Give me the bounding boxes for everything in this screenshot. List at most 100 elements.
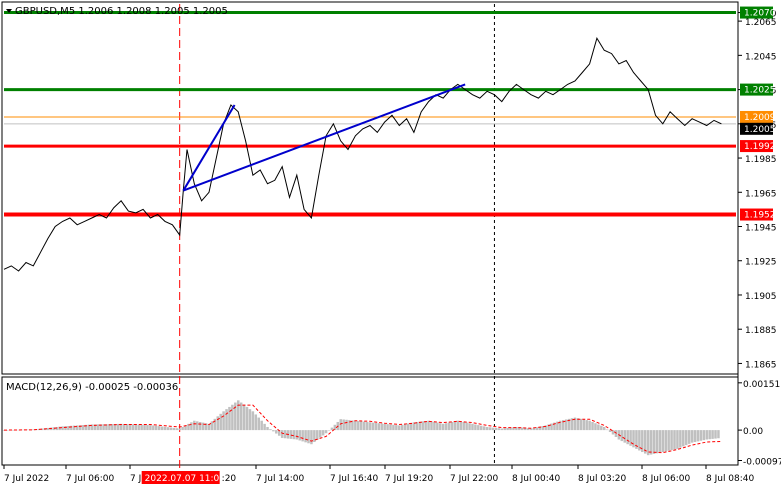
macd-histogram-bar	[529, 428, 533, 431]
macd-histogram-bar	[324, 430, 328, 434]
macd-histogram-bar	[248, 409, 252, 431]
macd-histogram-bar	[339, 419, 342, 431]
macd-histogram-bar	[450, 421, 454, 431]
macd-histogram-bar	[462, 421, 465, 431]
macd-histogram-bar	[362, 421, 366, 431]
macd-histogram-bar	[125, 424, 129, 431]
price-tick-label: 1.2065	[745, 18, 777, 28]
macd-histogram-bar	[441, 423, 445, 431]
macd-histogram-bar	[717, 430, 720, 439]
macd-histogram-bar	[433, 421, 436, 431]
macd-histogram-bar	[491, 427, 495, 431]
macd-histogram-bar	[714, 430, 717, 439]
chart-window[interactable]: 1.20701.2065 1.2045 1.2025 1.2005 1.1985 1.19…	[0, 0, 781, 489]
macd-histogram-bar	[242, 404, 246, 431]
macd-histogram-bar	[327, 430, 331, 431]
time-tick-label-suffix: :20	[222, 474, 237, 484]
chart-canvas[interactable]: 1.20701.2065 1.2045 1.2025 1.2005 1.1985 1.19…	[0, 0, 781, 489]
macd-histogram-bar	[623, 430, 626, 443]
macd-tick-label: 0.00151	[743, 380, 780, 390]
macd-histogram-bar	[482, 426, 486, 431]
macd-histogram-bar	[318, 430, 322, 438]
macd-histogram-bar	[576, 418, 580, 431]
macd-histogram-bar	[614, 430, 618, 438]
macd-histogram-bar	[500, 428, 504, 431]
macd-histogram-bar	[357, 421, 360, 431]
chart-background	[0, 0, 781, 489]
macd-histogram-bar	[157, 426, 161, 431]
macd-histogram-bar	[172, 427, 176, 431]
macd-histogram-bar	[175, 428, 179, 431]
symbol-header: GBPUSD,M5 1.2006 1.2008 1.2005 1.2005	[6, 6, 228, 17]
time-tick-label: 7 Jul 16:40	[330, 474, 379, 484]
macd-histogram-bar	[652, 430, 656, 454]
macd-histogram-bar	[521, 427, 524, 431]
macd-histogram-bar	[427, 420, 430, 431]
macd-histogram-bar	[699, 430, 703, 441]
macd-histogram-bar	[588, 420, 591, 431]
macd-histogram-bar	[345, 419, 348, 431]
macd-histogram-bar	[354, 420, 357, 431]
macd-histogram-bar	[679, 430, 682, 448]
macd-histogram-bar	[453, 421, 457, 431]
level-price-tag-label: 1.2025	[744, 86, 776, 96]
macd-histogram-bar	[676, 430, 679, 449]
macd-histogram-bar	[488, 427, 492, 431]
macd-histogram-bar	[301, 430, 304, 442]
price-tick-label: 1.2045	[745, 52, 777, 62]
level-price-tag-label: 1.2070	[744, 9, 776, 19]
macd-histogram-bar	[298, 430, 301, 441]
macd-histogram-bar	[166, 427, 170, 431]
macd-histogram-bar	[468, 423, 471, 431]
macd-histogram-bar	[61, 426, 64, 431]
symbol-header-text: GBPUSD,M5 1.2006 1.2008 1.2005 1.2005	[15, 6, 228, 17]
macd-histogram-bar	[280, 430, 284, 438]
macd-histogram-bar	[594, 423, 597, 431]
macd-tick-label: -0.00097	[743, 457, 781, 467]
macd-histogram-bar	[239, 402, 243, 431]
macd-histogram-bar	[131, 424, 135, 431]
macd-histogram-bar	[497, 428, 501, 431]
macd-histogram-bar	[602, 426, 606, 431]
macd-histogram-bar	[403, 424, 407, 431]
price-tick-label: 1.1945	[745, 224, 777, 234]
macd-histogram-bar	[398, 425, 401, 431]
macd-histogram-bar	[406, 423, 410, 431]
macd-histogram-bar	[260, 420, 263, 431]
price-tick-label: 1.1885	[745, 326, 777, 336]
macd-histogram-bar	[503, 428, 506, 431]
macd-histogram-bar	[245, 406, 249, 431]
macd-histogram-bar	[193, 420, 196, 431]
macd-histogram-bar	[304, 430, 307, 443]
macd-histogram-bar	[673, 430, 676, 450]
macd-histogram-bar	[321, 430, 325, 436]
macd-histogram-bar	[608, 430, 612, 432]
level-price-tag-label: 1.1992	[744, 142, 776, 152]
macd-histogram-bar	[155, 425, 158, 431]
macd-histogram-bar	[58, 426, 61, 431]
time-tick-label: 7 Jul 22:00	[450, 474, 499, 484]
price-tick-label: 1.1985	[745, 155, 777, 165]
macd-histogram-bar	[149, 425, 152, 431]
macd-histogram-bar	[600, 425, 603, 431]
macd-histogram-bar	[383, 423, 386, 431]
macd-histogram-bar	[626, 430, 629, 445]
macd-histogram-bar	[471, 423, 474, 431]
selected-time-label: 2022.07.07 11:00	[145, 474, 226, 484]
macd-histogram-bar	[395, 425, 398, 431]
macd-header-text: MACD(12,26,9) -0.00025 -0.00036	[6, 382, 178, 393]
macd-histogram-bar	[374, 422, 378, 431]
macd-histogram-bar	[254, 414, 258, 431]
macd-histogram-bar	[485, 426, 489, 431]
macd-histogram-bar	[386, 424, 389, 431]
macd-histogram-bar	[263, 423, 266, 431]
macd-histogram-bar	[190, 422, 193, 431]
macd-histogram-bar	[295, 430, 299, 440]
macd-histogram-bar	[664, 430, 667, 452]
macd-histogram-bar	[447, 422, 451, 431]
macd-histogram-bar	[708, 430, 711, 440]
macd-histogram-bar	[160, 426, 164, 431]
macd-histogram-bar	[140, 424, 143, 431]
macd-histogram-bar	[424, 421, 427, 431]
macd-histogram-bar	[456, 420, 460, 431]
